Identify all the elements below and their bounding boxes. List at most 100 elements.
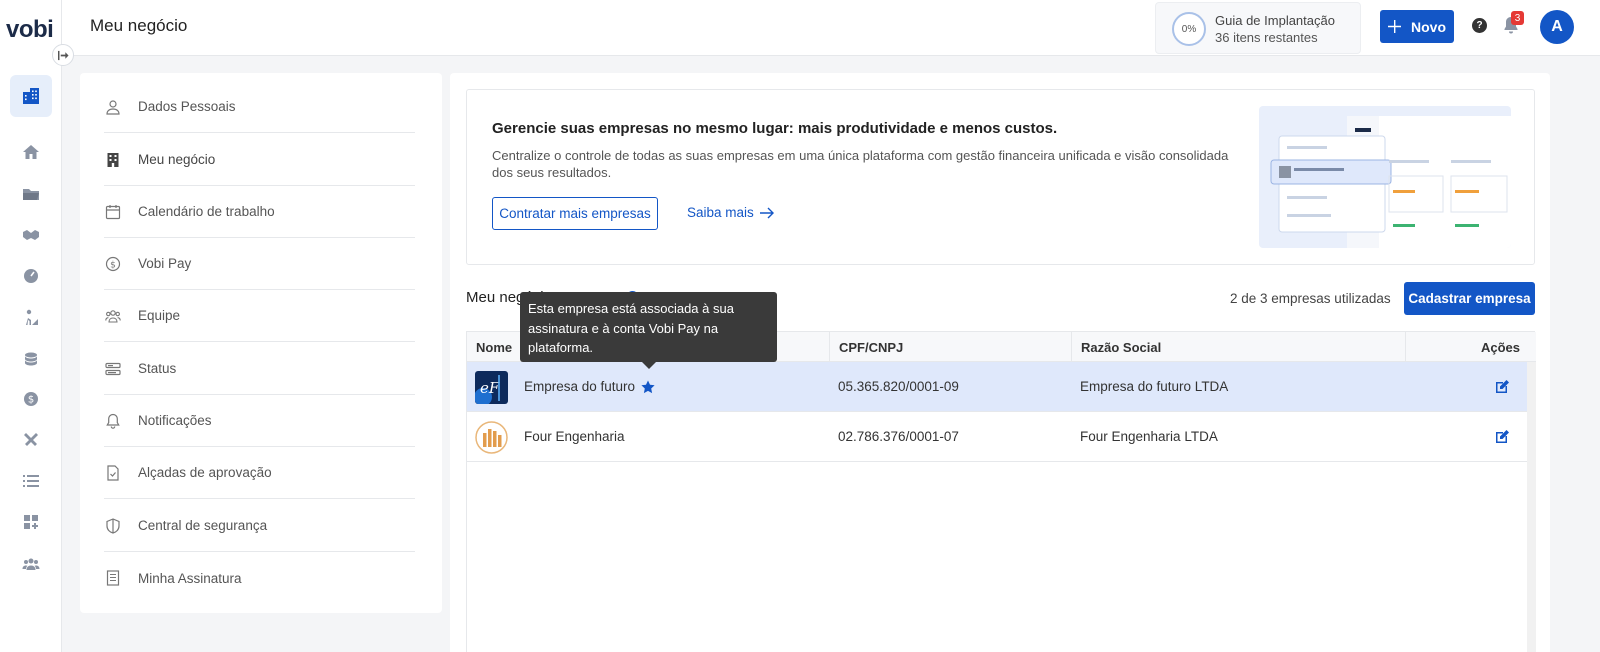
rail-item-dashboard[interactable]: [10, 255, 52, 297]
settings-menu: Dados Pessoais Meu negócio Calendário de…: [80, 73, 442, 613]
main-panel: Gerencie suas empresas no mesmo lugar: m…: [450, 73, 1550, 652]
edit-icon[interactable]: [1494, 429, 1510, 445]
menu-item-label: Alçadas de aprovação: [138, 465, 272, 480]
menu-item-label: Central de segurança: [138, 518, 268, 533]
new-button-label: Novo: [1411, 18, 1446, 35]
plus-icon: [1388, 20, 1401, 33]
column-divider: [1071, 332, 1072, 362]
menu-item-equipe[interactable]: Equipe: [104, 290, 415, 342]
coins-icon: [25, 352, 37, 366]
help-icon[interactable]: ?: [1472, 18, 1487, 33]
company-name: Four Engenharia: [524, 429, 625, 444]
menu-item-vobi-pay[interactable]: $ Vobi Pay: [104, 238, 415, 290]
primary-company-tooltip: Esta empresa está associada à sua assina…: [520, 292, 777, 362]
expand-arrow-icon: [57, 50, 69, 60]
user-avatar[interactable]: A: [1540, 10, 1574, 44]
edit-icon[interactable]: [1494, 379, 1510, 395]
receipt-icon: [105, 570, 121, 586]
rail-item-home[interactable]: [10, 131, 52, 173]
companies-table: Nome CPF/CNPJ Razão Social Ações eF Empr…: [466, 331, 1536, 652]
menu-item-label: Vobi Pay: [138, 256, 192, 271]
team-icon: [105, 308, 121, 324]
rail-item-apps[interactable]: [10, 501, 52, 543]
guide-progress-ring: 0%: [1172, 12, 1206, 46]
menu-item-dados-pessoais[interactable]: Dados Pessoais: [104, 81, 415, 133]
rail-item-finance[interactable]: [10, 338, 52, 380]
top-header: Meu negócio 0% Guia de Implantação 36 it…: [62, 0, 1600, 56]
team-icon: [22, 558, 40, 570]
menu-item-meu-negocio[interactable]: Meu negócio: [104, 134, 415, 186]
banner-title: Gerencie suas empresas no mesmo lugar: m…: [492, 120, 1058, 137]
tooltip-arrow: [641, 361, 657, 369]
table-row[interactable]: eF Empresa do futuro 05.365.820/0001-09 …: [467, 362, 1527, 412]
company-legal-name: Empresa do futuro LTDA: [1080, 379, 1229, 394]
column-header-razao-social[interactable]: Razão Social: [1081, 340, 1161, 355]
rail-item-projects[interactable]: [10, 173, 52, 215]
arrow-right-icon: [759, 207, 774, 218]
company-name: Empresa do futuro: [524, 379, 636, 394]
dashboard-icon: [24, 269, 38, 283]
rail-item-worker[interactable]: [10, 296, 52, 338]
new-button[interactable]: Novo: [1380, 10, 1454, 43]
column-header-nome[interactable]: Nome: [476, 340, 512, 355]
menu-item-label: Dados Pessoais: [138, 99, 236, 114]
menu-item-notificacoes[interactable]: Notificações: [104, 395, 415, 447]
learn-more-label: Saiba mais: [687, 205, 754, 220]
primary-star-icon[interactable]: [641, 380, 655, 394]
menu-item-label: Equipe: [138, 308, 181, 323]
menu-item-label: Notificações: [138, 413, 212, 428]
menu-item-label: Status: [138, 361, 177, 376]
calendar-icon: [105, 204, 121, 220]
multi-company-banner: Gerencie suas empresas no mesmo lugar: m…: [466, 89, 1535, 265]
business-icon: [23, 88, 39, 104]
learn-more-link[interactable]: Saiba mais: [687, 205, 774, 220]
column-header-cpf-cnpj[interactable]: CPF/CNPJ: [839, 340, 903, 355]
bell-icon: [105, 413, 121, 429]
rail-item-team[interactable]: [10, 543, 52, 585]
user-icon: [105, 99, 121, 115]
svg-text:eF: eF: [480, 379, 500, 397]
rail-item-list[interactable]: [10, 460, 52, 502]
folder-icon: [23, 189, 39, 200]
svg-text:$: $: [110, 260, 116, 270]
expand-sidebar-button[interactable]: [52, 44, 74, 66]
menu-item-label: Meu negócio: [138, 152, 216, 167]
rail-item-business[interactable]: [10, 75, 52, 117]
vobi-logo[interactable]: vobi: [6, 16, 54, 44]
worker-icon: [26, 309, 38, 325]
implementation-guide[interactable]: 0% Guia de Implantação 36 itens restante…: [1155, 2, 1361, 54]
company-logo: [475, 421, 508, 454]
building-icon: [105, 152, 121, 168]
home-icon: [23, 145, 39, 159]
column-header-acoes: Ações: [1481, 340, 1521, 355]
menu-item-alcadas[interactable]: Alçadas de aprovação: [104, 447, 415, 499]
menu-item-status[interactable]: Status: [104, 343, 415, 395]
rail-item-crm[interactable]: [10, 214, 52, 256]
page-scrollbar[interactable]: [1550, 56, 1568, 652]
company-document: 05.365.820/0001-09: [838, 379, 959, 394]
rail-item-payments[interactable]: $: [10, 378, 52, 420]
guide-subtitle: 36 itens restantes: [1215, 30, 1318, 45]
svg-text:$: $: [28, 395, 34, 406]
register-company-button[interactable]: Cadastrar empresa: [1404, 282, 1535, 315]
hire-more-companies-button[interactable]: Contratar mais empresas: [492, 197, 658, 230]
companies-usage-text: 2 de 3 empresas utilizadas: [1230, 291, 1391, 306]
table-scrollbar[interactable]: [1527, 362, 1536, 652]
menu-item-label: Minha Assinatura: [138, 570, 242, 586]
table-row[interactable]: Four Engenharia 02.786.376/0001-07 Four …: [467, 412, 1527, 462]
menu-item-assinatura[interactable]: Minha Assinatura: [104, 552, 415, 604]
status-icon: [105, 361, 121, 377]
menu-item-calendario[interactable]: Calendário de trabalho: [104, 186, 415, 238]
rail-item-tools[interactable]: [10, 419, 52, 461]
column-divider: [829, 332, 830, 362]
banner-description: Centralize o controle de todas as suas e…: [492, 148, 1229, 180]
company-document: 02.786.376/0001-07: [838, 429, 959, 444]
menu-item-seguranca[interactable]: Central de segurança: [104, 500, 415, 552]
page-title: Meu negócio: [90, 16, 188, 35]
shield-icon: [105, 517, 121, 534]
handshake-icon: [23, 230, 39, 240]
company-legal-name: Four Engenharia LTDA: [1080, 429, 1218, 444]
apps-add-icon: [24, 515, 38, 529]
column-divider: [1405, 332, 1406, 362]
tools-icon: [24, 433, 38, 446]
